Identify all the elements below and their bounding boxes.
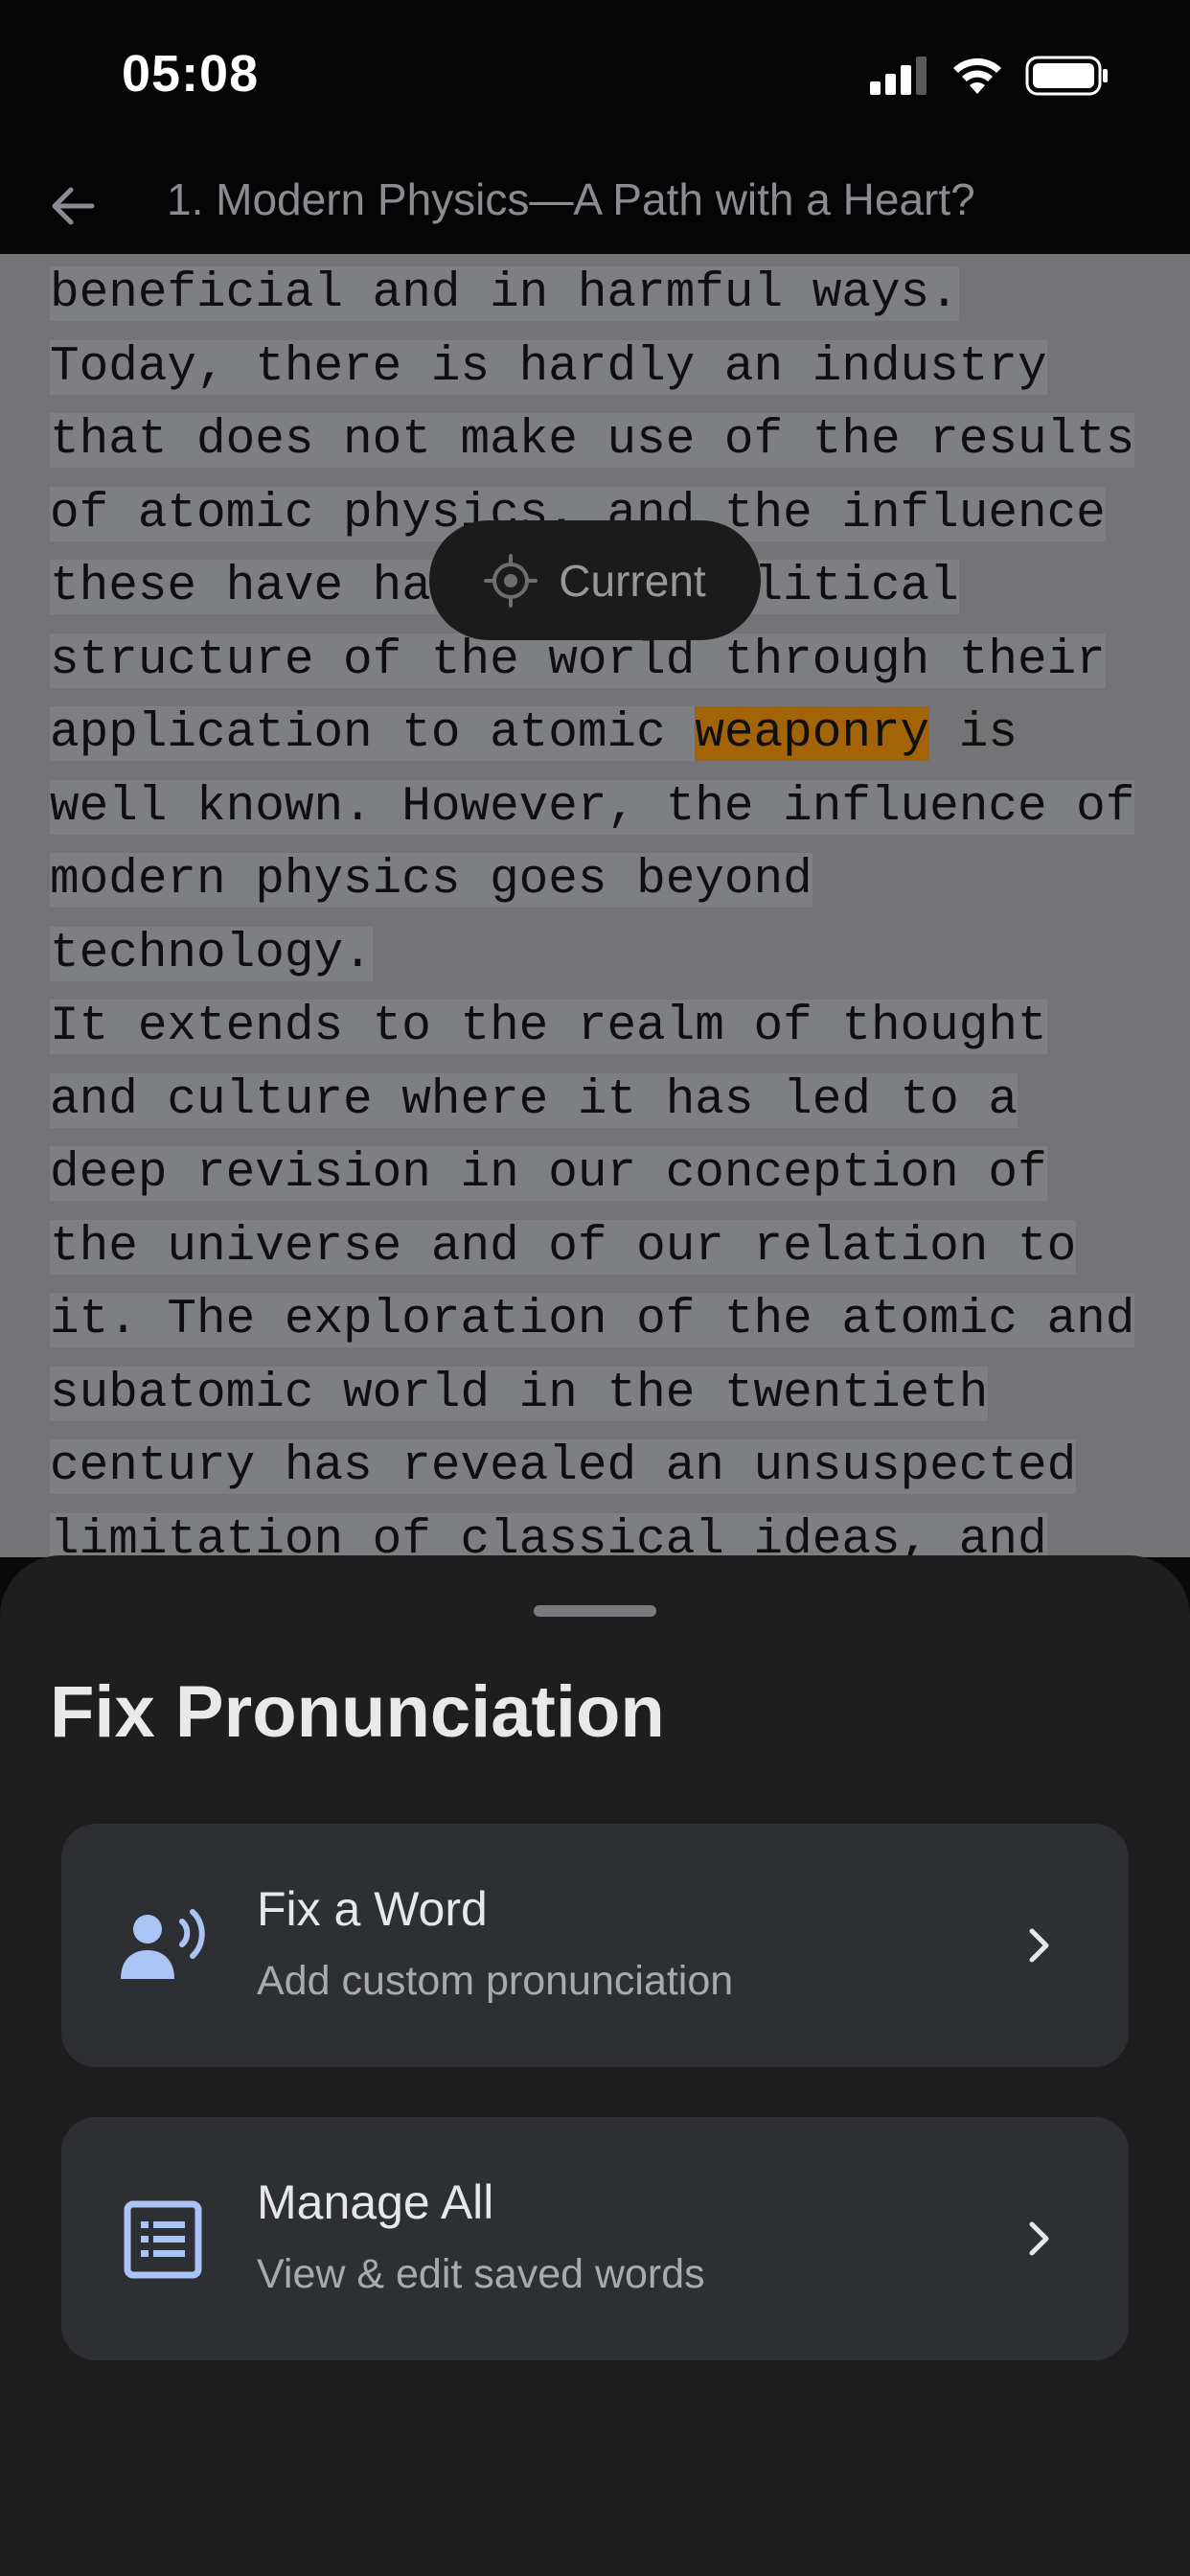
reader-line: beneficial and in harmful ways. xyxy=(50,258,1134,332)
line-text-before: limitation of classical ideas, and xyxy=(50,1512,1047,1558)
reader-line-text: it. The exploration of the atomic and xyxy=(50,1293,1135,1347)
list-icon xyxy=(109,2186,217,2293)
speaking-person-icon xyxy=(109,1893,217,2000)
line-text-before: structure of the world through their xyxy=(50,632,1106,688)
reader-line-text: well known. However, the influence of xyxy=(50,779,1135,835)
line-text-before: century has revealed an unsuspected xyxy=(50,1439,1077,1494)
cellular-signal-icon xyxy=(870,57,927,95)
reader-line-text: limitation of classical ideas, and xyxy=(50,1512,1047,1558)
reader-line: that does not make use of the results xyxy=(50,404,1135,478)
reader-content[interactable]: beneficial and in harmful ways. Today, th… xyxy=(0,254,1190,1557)
manage-all-subtitle: View & edit saved words xyxy=(257,2251,705,2297)
chevron-right-icon xyxy=(1029,1928,1049,1963)
chevron-right-icon xyxy=(1029,2221,1049,2256)
reader-line: It extends to the realm of thought xyxy=(50,991,1134,1065)
manage-all-title: Manage All xyxy=(257,2175,494,2229)
reader-line: Today, there is hardly an industry xyxy=(50,332,1134,405)
line-text-before: modern physics goes beyond xyxy=(50,853,812,908)
reader-line: modern physics goes beyond xyxy=(50,844,1134,918)
reader-line: technology. xyxy=(50,918,1134,992)
reader-text: beneficial and in harmful ways. Today, th… xyxy=(50,258,1135,1558)
line-text-before: beneficial and in harmful ways. xyxy=(50,266,959,321)
reader-line-text: the universe and of our relation to xyxy=(50,1219,1077,1275)
reader-line: subatomic world in the twentieth xyxy=(50,1358,1134,1432)
reader-line: and culture where it has led to a xyxy=(50,1065,1134,1138)
reader-line-text: structure of the world through their xyxy=(50,632,1106,688)
fix-a-word-title: Fix a Word xyxy=(257,1882,488,1936)
reader-line: application to atomic weaponry is xyxy=(50,698,1134,771)
sheet-grabber[interactable] xyxy=(534,1605,656,1617)
reader-line-text: beneficial and in harmful ways. xyxy=(50,266,959,321)
reader-line-text: technology. xyxy=(50,926,373,981)
line-text-before: subatomic world in the twentieth xyxy=(50,1366,989,1421)
highlighted-word[interactable]: weaponry xyxy=(695,706,930,761)
line-text-after: is xyxy=(929,706,1018,761)
status-time: 05:08 xyxy=(122,45,260,103)
reader-line-text: It extends to the realm of thought xyxy=(50,1000,1047,1054)
reader-line-text: application to atomic weaponry xyxy=(50,706,930,761)
wifi-icon xyxy=(953,58,1001,94)
reader-line-text: and culture where it has led to a xyxy=(50,1072,1018,1128)
line-text-before: technology. xyxy=(50,926,373,981)
reader-line: the universe and of our relation to xyxy=(50,1211,1134,1285)
manage-all-button[interactable]: Manage All View & edit saved words xyxy=(61,2117,1129,2360)
line-text-before: and culture where it has led to a xyxy=(50,1072,1018,1128)
reader-line-text: that does not make use of the results xyxy=(50,413,1135,468)
line-text-before: It extends to the realm of thought xyxy=(50,1000,1047,1054)
back-arrow-icon[interactable] xyxy=(46,179,100,233)
status-icons xyxy=(870,56,1110,96)
reader-line: deep revision in our conception of xyxy=(50,1138,1134,1211)
reader-line-text: century has revealed an unsuspected xyxy=(50,1439,1077,1494)
line-text-before: it. The exploration of the atomic and xyxy=(50,1293,1135,1347)
line-text-before: well known. However, the influence of xyxy=(50,779,1135,835)
reader-line-text: subatomic world in the twentieth xyxy=(50,1366,989,1421)
reader-line-text: modern physics goes beyond xyxy=(50,853,812,908)
line-text-before: application to atomic xyxy=(50,706,696,761)
line-text-before: deep revision in our conception of xyxy=(50,1146,1047,1201)
current-button-label: Current xyxy=(559,555,706,606)
line-text-before: the universe and of our relation to xyxy=(50,1219,1077,1275)
reader-line: limitation of classical ideas, and xyxy=(50,1505,1134,1558)
fix-pronunciation-sheet: Fix Pronunciation Fix a Word Add custom … xyxy=(0,1555,1190,2576)
status-bar: 05:08 xyxy=(0,0,1190,158)
reader-line: well known. However, the influence of xyxy=(50,771,1135,845)
line-text-before: Today, there is hardly an industry xyxy=(50,339,1047,395)
reader-line: century has revealed an unsuspected xyxy=(50,1431,1134,1505)
sheet-title: Fix Pronunciation xyxy=(50,1671,665,1753)
chapter-title: 1. Modern Physics—A Path with a Heart? xyxy=(167,174,975,224)
line-text-before: that does not make use of the results xyxy=(50,413,1135,468)
reader-line-text: deep revision in our conception of xyxy=(50,1146,1047,1201)
battery-icon xyxy=(1025,56,1108,96)
reader-line: it. The exploration of the atomic and xyxy=(50,1284,1135,1358)
fix-a-word-button[interactable]: Fix a Word Add custom pronunciation xyxy=(61,1824,1129,2067)
reader-line-text: Today, there is hardly an industry xyxy=(50,339,1047,395)
current-position-button[interactable]: Current xyxy=(429,520,761,640)
app-header: 1. Modern Physics—A Path with a Heart? xyxy=(0,158,1190,254)
crosshair-icon xyxy=(484,553,538,608)
fix-a-word-subtitle: Add custom pronunciation xyxy=(257,1958,734,2004)
